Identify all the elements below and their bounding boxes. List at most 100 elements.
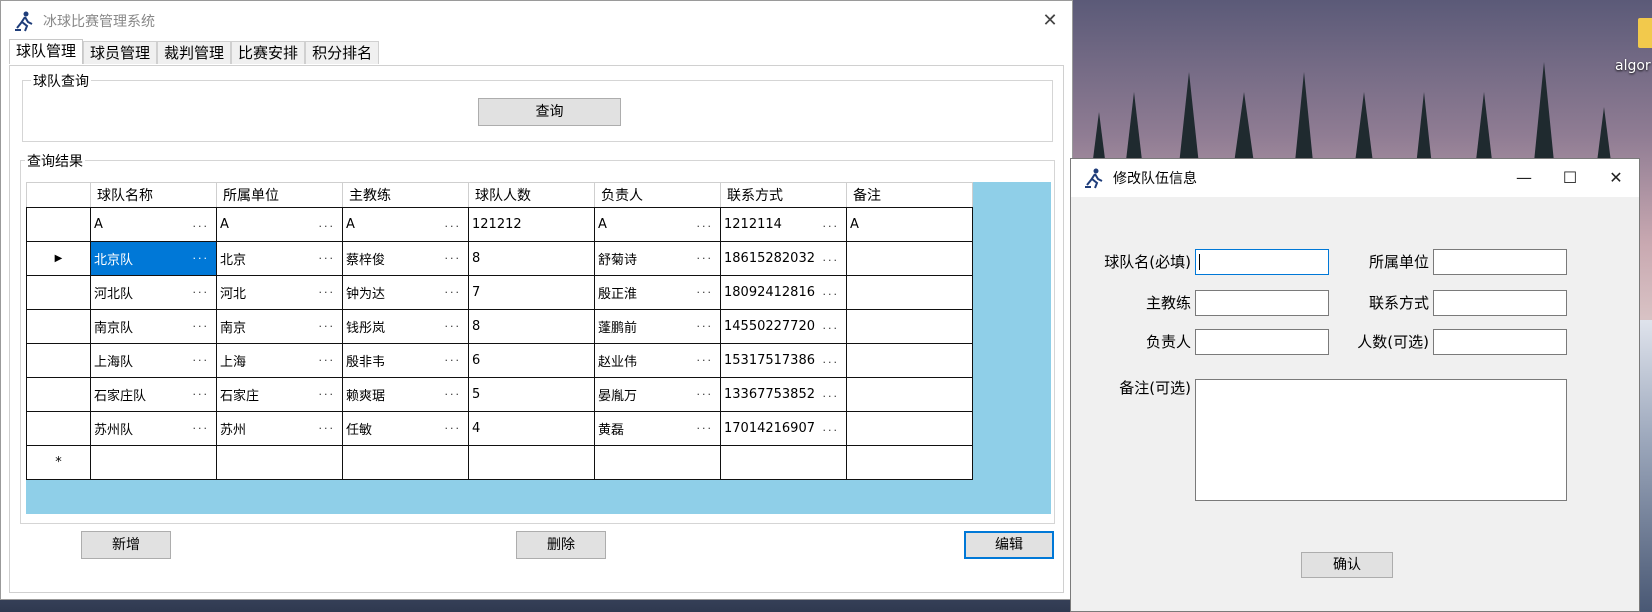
ellipsis-button[interactable]: ... xyxy=(697,283,718,302)
row-header[interactable] xyxy=(26,377,91,412)
team-name-field[interactable] xyxy=(1195,249,1329,275)
tab-schedule[interactable]: 比赛安排 xyxy=(231,41,306,64)
ellipsis-button[interactable]: ... xyxy=(823,251,844,266)
column-header[interactable]: 负责人 xyxy=(594,182,721,208)
table-cell[interactable]: 赖爽琚... xyxy=(342,377,469,412)
desktop-file-icon[interactable] xyxy=(1638,18,1652,48)
table-cell[interactable]: 殷正淮... xyxy=(594,275,721,310)
add-button[interactable]: 新增 xyxy=(81,531,171,559)
table-cell[interactable]: 15317517386... xyxy=(720,343,847,378)
ellipsis-button[interactable]: ... xyxy=(445,217,466,232)
table-cell[interactable]: 14550227720... xyxy=(720,309,847,344)
table-cell[interactable]: A xyxy=(846,207,973,242)
ellipsis-button[interactable]: ... xyxy=(697,351,718,370)
unit-field[interactable] xyxy=(1433,249,1567,275)
column-header[interactable]: 球队名称 xyxy=(90,182,217,208)
table-cell[interactable]: 18092412816... xyxy=(720,275,847,310)
table-cell[interactable]: 8 xyxy=(468,241,595,276)
ellipsis-button[interactable]: ... xyxy=(193,283,214,302)
table-cell[interactable]: 赵业伟... xyxy=(594,343,721,378)
desktop-file-label[interactable]: algor xyxy=(1615,58,1651,74)
table-cell[interactable]: 6 xyxy=(468,343,595,378)
ellipsis-button[interactable]: ... xyxy=(697,317,718,336)
table-cell[interactable]: 5 xyxy=(468,377,595,412)
ellipsis-button[interactable]: ... xyxy=(823,421,844,436)
ellipsis-button[interactable]: ... xyxy=(319,385,340,404)
table-cell[interactable] xyxy=(468,445,595,480)
column-header[interactable]: 联系方式 xyxy=(720,182,847,208)
coach-field[interactable] xyxy=(1195,290,1329,316)
ellipsis-button[interactable]: ... xyxy=(193,385,214,404)
table-cell[interactable] xyxy=(90,445,217,480)
table-cell[interactable]: 南京队... xyxy=(90,309,217,344)
table-cell[interactable]: 河北队... xyxy=(90,275,217,310)
column-header[interactable]: 所属单位 xyxy=(216,182,343,208)
main-titlebar[interactable]: 冰球比赛管理系统 ✕ xyxy=(1,1,1072,41)
table-row[interactable]: 河北队... 河北... 钟为达... 7 殷正淮... 18092412816... xyxy=(26,275,973,310)
delete-button[interactable]: 删除 xyxy=(516,531,606,559)
table-cell[interactable]: 蓬鹏前... xyxy=(594,309,721,344)
table-cell[interactable]: 石家庄队... xyxy=(90,377,217,412)
query-button[interactable]: 查询 xyxy=(478,98,621,126)
close-icon[interactable]: ✕ xyxy=(1593,159,1639,197)
row-header[interactable] xyxy=(26,309,91,344)
table-cell[interactable] xyxy=(846,411,973,446)
table-cell[interactable]: A... xyxy=(342,207,469,242)
ellipsis-button[interactable]: ... xyxy=(193,317,214,336)
tab-referee[interactable]: 裁判管理 xyxy=(157,41,232,64)
table-cell[interactable]: 上海... xyxy=(216,343,343,378)
table-cell[interactable] xyxy=(846,343,973,378)
table-cell[interactable]: A... xyxy=(216,207,343,242)
ellipsis-button[interactable]: ... xyxy=(445,317,466,336)
ellipsis-button[interactable]: ... xyxy=(319,317,340,336)
maximize-icon[interactable]: ☐ xyxy=(1547,159,1593,197)
tab-ranking[interactable]: 积分排名 xyxy=(305,41,380,64)
ellipsis-button[interactable]: ... xyxy=(823,319,844,334)
ellipsis-button[interactable]: ... xyxy=(193,351,214,370)
row-header[interactable] xyxy=(26,411,91,446)
table-cell[interactable] xyxy=(846,445,973,480)
team-data-grid[interactable]: 球队名称 所属单位 主教练 球队人数 负责人 联系方式 备注 A... A... A… xyxy=(26,182,1051,514)
ellipsis-button[interactable]: ... xyxy=(193,419,214,438)
ellipsis-button[interactable]: ... xyxy=(319,419,340,438)
table-cell[interactable]: A... xyxy=(594,207,721,242)
ellipsis-button[interactable]: ... xyxy=(319,283,340,302)
table-cell[interactable]: 13367753852... xyxy=(720,377,847,412)
column-header[interactable]: 备注 xyxy=(846,182,973,208)
ellipsis-button[interactable]: ... xyxy=(445,283,466,302)
ellipsis-button[interactable]: ... xyxy=(823,353,844,368)
column-header[interactable]: 球队人数 xyxy=(468,182,595,208)
count-field[interactable] xyxy=(1433,329,1567,355)
ellipsis-button[interactable]: ... xyxy=(445,351,466,370)
tab-team[interactable]: 球队管理 xyxy=(9,39,84,64)
table-cell[interactable]: 北京... xyxy=(216,241,343,276)
table-cell[interactable]: 蔡梓俊... xyxy=(342,241,469,276)
table-row[interactable]: 苏州队... 苏州... 任敏... 4 黄磊... 17014216907... xyxy=(26,411,973,446)
table-cell[interactable]: 上海队... xyxy=(90,343,217,378)
row-header[interactable] xyxy=(26,207,91,242)
ellipsis-button[interactable]: ... xyxy=(823,285,844,300)
table-row[interactable]: 上海队... 上海... 殷非韦... 6 赵业伟... 15317517386... xyxy=(26,343,973,378)
table-row[interactable]: 石家庄队... 石家庄... 赖爽琚... 5 晏胤万... 13367753852... xyxy=(26,377,973,412)
edit-button[interactable]: 编辑 xyxy=(964,531,1054,559)
table-cell[interactable]: 黄磊... xyxy=(594,411,721,446)
table-cell[interactable]: 南京... xyxy=(216,309,343,344)
table-cell[interactable]: A... xyxy=(90,207,217,242)
ellipsis-button[interactable]: ... xyxy=(445,385,466,404)
table-cell[interactable]: 钟为达... xyxy=(342,275,469,310)
ellipsis-button[interactable]: ... xyxy=(319,249,340,268)
manager-field[interactable] xyxy=(1195,329,1329,355)
ellipsis-button[interactable]: ... xyxy=(823,217,844,232)
contact-field[interactable] xyxy=(1433,290,1567,316)
ellipsis-button[interactable]: ... xyxy=(319,217,340,232)
ellipsis-button[interactable]: ... xyxy=(193,217,214,232)
ellipsis-button[interactable]: ... xyxy=(445,249,466,268)
column-header[interactable]: 主教练 xyxy=(342,182,469,208)
table-cell[interactable]: 苏州... xyxy=(216,411,343,446)
row-header[interactable]: ▶ xyxy=(26,241,91,276)
table-cell[interactable]: 121212 xyxy=(468,207,595,242)
table-cell[interactable] xyxy=(720,445,847,480)
table-cell[interactable]: 17014216907... xyxy=(720,411,847,446)
ellipsis-button[interactable]: ... xyxy=(697,385,718,404)
ellipsis-button[interactable]: ... xyxy=(697,419,718,438)
